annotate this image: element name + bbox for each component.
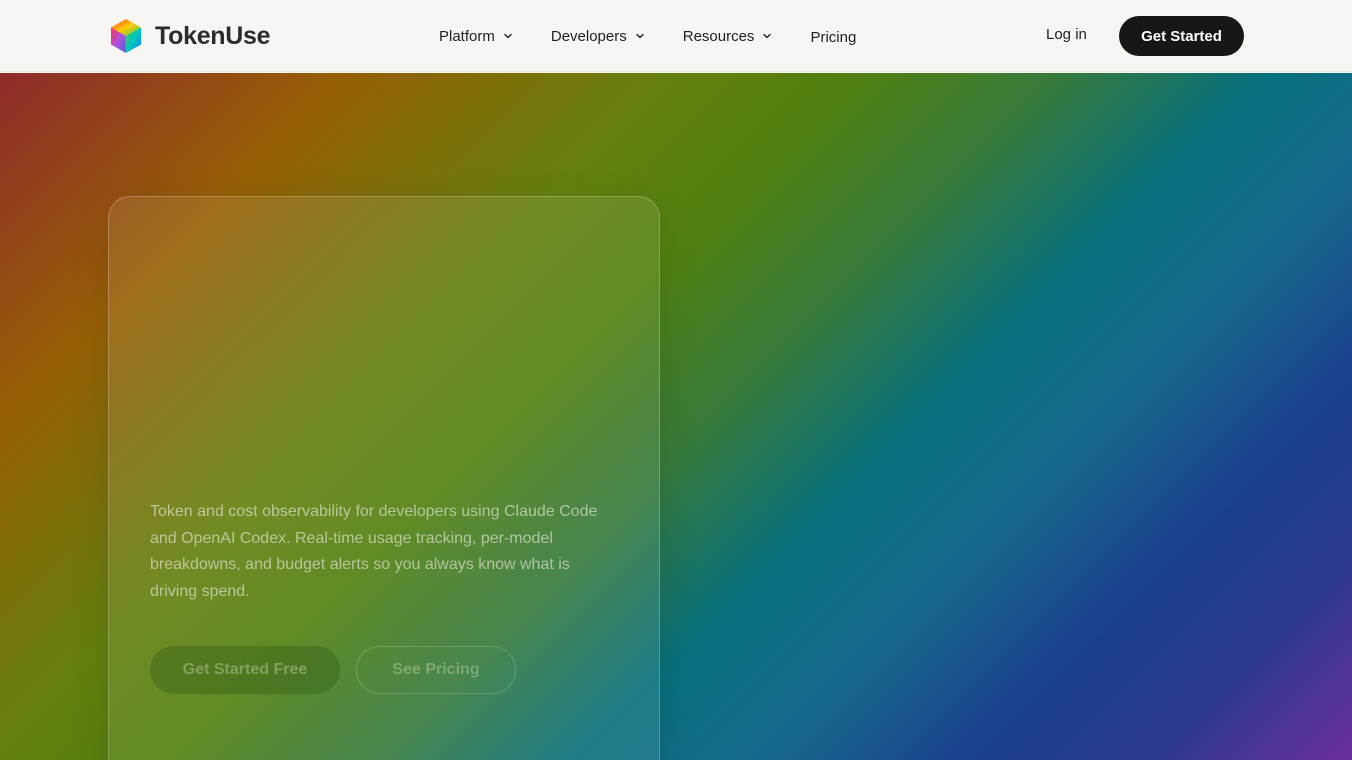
chevron-down-icon [636,33,644,39]
nav-item-pricing[interactable]: Pricing [810,29,856,46]
nav-item-platform-label: Platform [439,27,495,45]
see-pricing-button[interactable]: See Pricing [356,646,516,694]
nav-item-platform[interactable]: Platform [439,28,513,45]
brand-name: TokenUse [155,21,271,50]
hero-description: Token and cost observability for develop… [150,503,598,600]
nav-item-pricing-label: Pricing [810,28,857,46]
chevron-down-icon [504,33,512,39]
get-started-button[interactable]: Get Started [1119,16,1244,56]
nav-item-developers-label: Developers [550,27,627,45]
hero-card: Token and cost observability for develop… [108,196,660,760]
top-nav: TokenUse Platform Developers Resources P… [0,0,1352,72]
nav-item-developers[interactable]: Developers [551,28,645,45]
chevron-down-icon [763,33,772,39]
brand-logo-link[interactable]: TokenUse [109,18,271,54]
login-link[interactable]: Log in [1046,26,1087,43]
get-started-free-button[interactable]: Get Started Free [150,646,340,694]
nav-item-resources-label: Resources [682,27,755,45]
main-menu: Platform Developers Resources Pricing [439,0,894,72]
nav-item-resources[interactable]: Resources [683,28,773,45]
hero-section: Token and cost observability for develop… [0,73,1352,760]
rainbow-cube-icon [111,19,141,53]
